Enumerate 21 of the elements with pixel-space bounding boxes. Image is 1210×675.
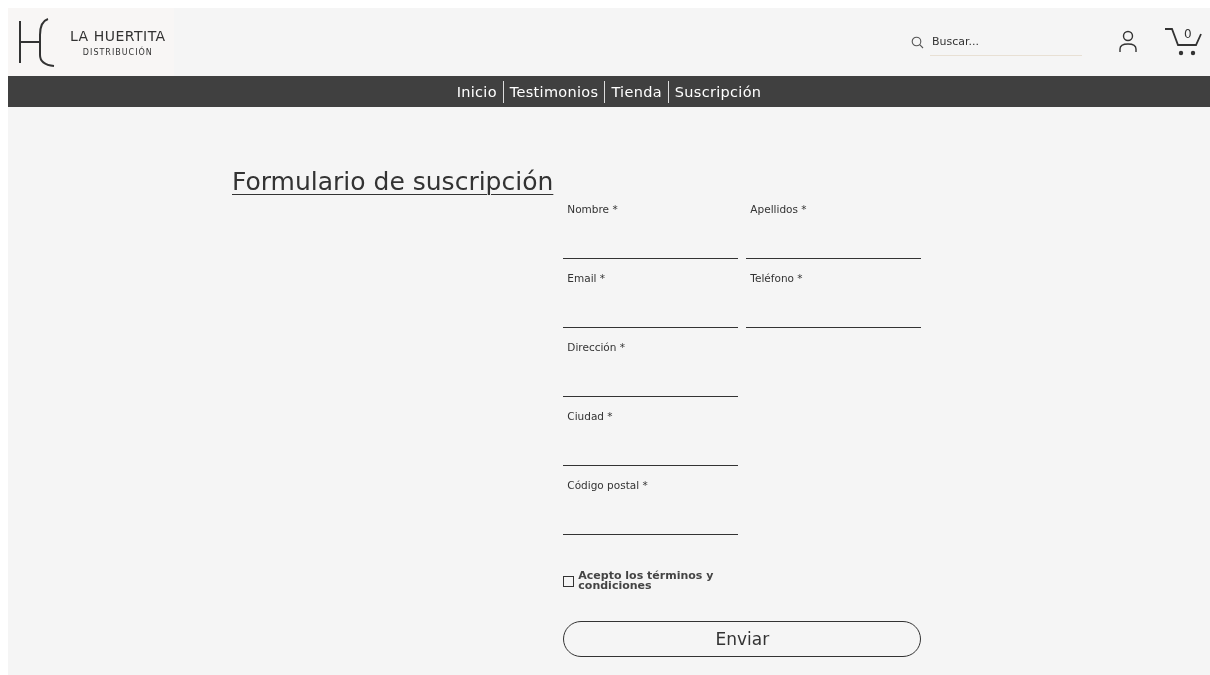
form-title: Formulario de suscripción — [232, 167, 554, 197]
field-label: Código postal * — [566, 479, 649, 493]
brand-name: LA HUERTITA — [70, 27, 166, 44]
nav-link[interactable]: Inicio — [450, 83, 503, 100]
nav-link[interactable]: Testimonios — [503, 83, 605, 100]
field-label: Nombre * — [566, 203, 619, 217]
nav-link[interactable]: Tienda — [605, 83, 668, 100]
search-field[interactable]: Buscar... — [930, 28, 1082, 56]
search-icon — [911, 35, 924, 49]
brand-tagline: DISTRIBUCIÓN — [82, 47, 153, 57]
nav-link[interactable]: Suscripción — [668, 83, 768, 100]
field-label: Apellidos * — [749, 203, 808, 217]
field-label: Teléfono * — [749, 272, 804, 286]
user-icon[interactable] — [1118, 30, 1138, 54]
terms-label: Acepto los términos y condiciones — [578, 571, 715, 591]
field-label: Email * — [566, 272, 607, 286]
cart-button[interactable]: 0 — [1164, 26, 1204, 58]
checkbox[interactable] — [563, 575, 575, 587]
field-label: Ciudad * — [566, 410, 614, 424]
cart-count: 0 — [1184, 27, 1192, 41]
field-label: Dirección * — [566, 341, 626, 355]
